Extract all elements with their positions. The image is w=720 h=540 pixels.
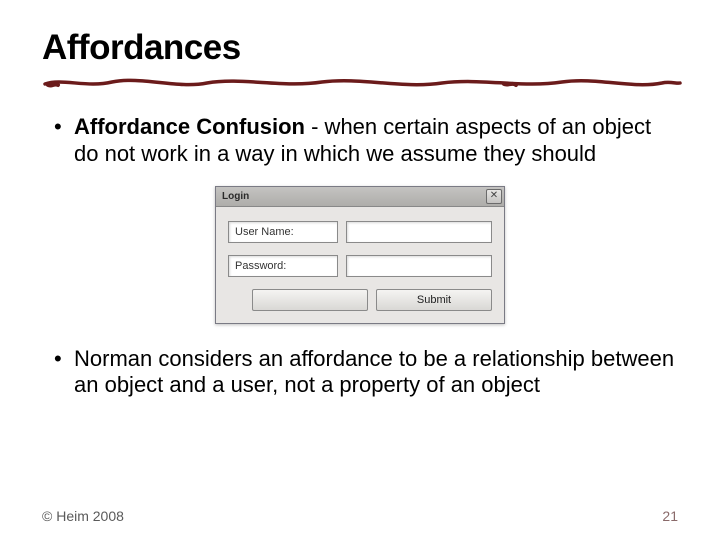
slide: Affordances Affordance Confusion - when … [0,0,720,540]
slide-title: Affordances [42,28,678,68]
username-row: User Name: [228,221,492,243]
bullet-list-2: Norman considers an affordance to be a r… [42,346,678,400]
password-label-input[interactable]: Password: [228,255,338,277]
submit-label: Submit [417,294,451,306]
username-label-input[interactable]: User Name: [228,221,338,243]
username-label-text: User Name: [235,226,294,238]
footer: © Heim 2008 21 [42,508,678,524]
bullet-item: Norman considers an affordance to be a r… [54,346,678,400]
submit-button[interactable]: Submit [376,289,492,311]
bullet-item: Affordance Confusion - when certain aspe… [54,114,678,168]
copyright: © Heim 2008 [42,508,124,524]
username-input[interactable] [346,221,492,243]
password-input[interactable] [346,255,492,277]
password-label-text: Password: [235,260,286,272]
password-row: Password: [228,255,492,277]
title-underline [42,74,682,92]
dialog-title: Login [222,191,249,202]
login-dialog: Login ✕ User Name: Password: Submit [215,186,505,324]
dialog-titlebar: Login ✕ [216,187,504,207]
button-row: Submit [228,289,492,311]
close-icon[interactable]: ✕ [486,189,502,204]
blank-button[interactable] [252,289,368,311]
bullet-list: Affordance Confusion - when certain aspe… [42,114,678,168]
bullet-bold: Affordance Confusion [74,114,305,139]
dialog-body: User Name: Password: Submit [216,207,504,323]
bullet-text: Norman considers an affordance to be a r… [74,346,674,398]
page-number: 21 [662,508,678,524]
